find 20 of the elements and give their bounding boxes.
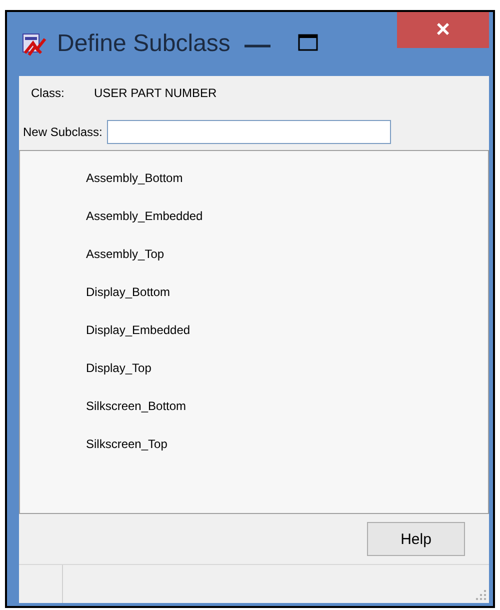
help-button[interactable]: Help [367,522,465,556]
maximize-icon [298,34,318,51]
maximize-button[interactable] [298,34,318,54]
window-title: Define Subclass [57,30,230,58]
subclass-item[interactable]: Display_Top [20,349,488,387]
subclass-item[interactable]: Display_Bottom [20,273,488,311]
new-subclass-label: New Subclass: [23,125,104,139]
subclass-item[interactable]: Assembly_Top [20,235,488,273]
subclass-item[interactable]: Assembly_Bottom [20,159,488,197]
class-label: Class: [31,86,66,100]
subclass-item[interactable]: Assembly_Embedded [20,197,488,235]
subclass-item[interactable]: Silkscreen_Top [20,425,488,463]
app-icon [21,31,47,57]
minimize-button[interactable]: — [244,28,270,60]
close-button[interactable]: × [397,12,489,48]
subclass-item[interactable]: Display_Embedded [20,311,488,349]
resize-grip-icon[interactable] [475,589,487,601]
class-value: USER PART NUMBER [94,86,217,100]
subclass-item[interactable]: Silkscreen_Bottom [20,387,488,425]
new-subclass-field[interactable] [107,120,391,144]
